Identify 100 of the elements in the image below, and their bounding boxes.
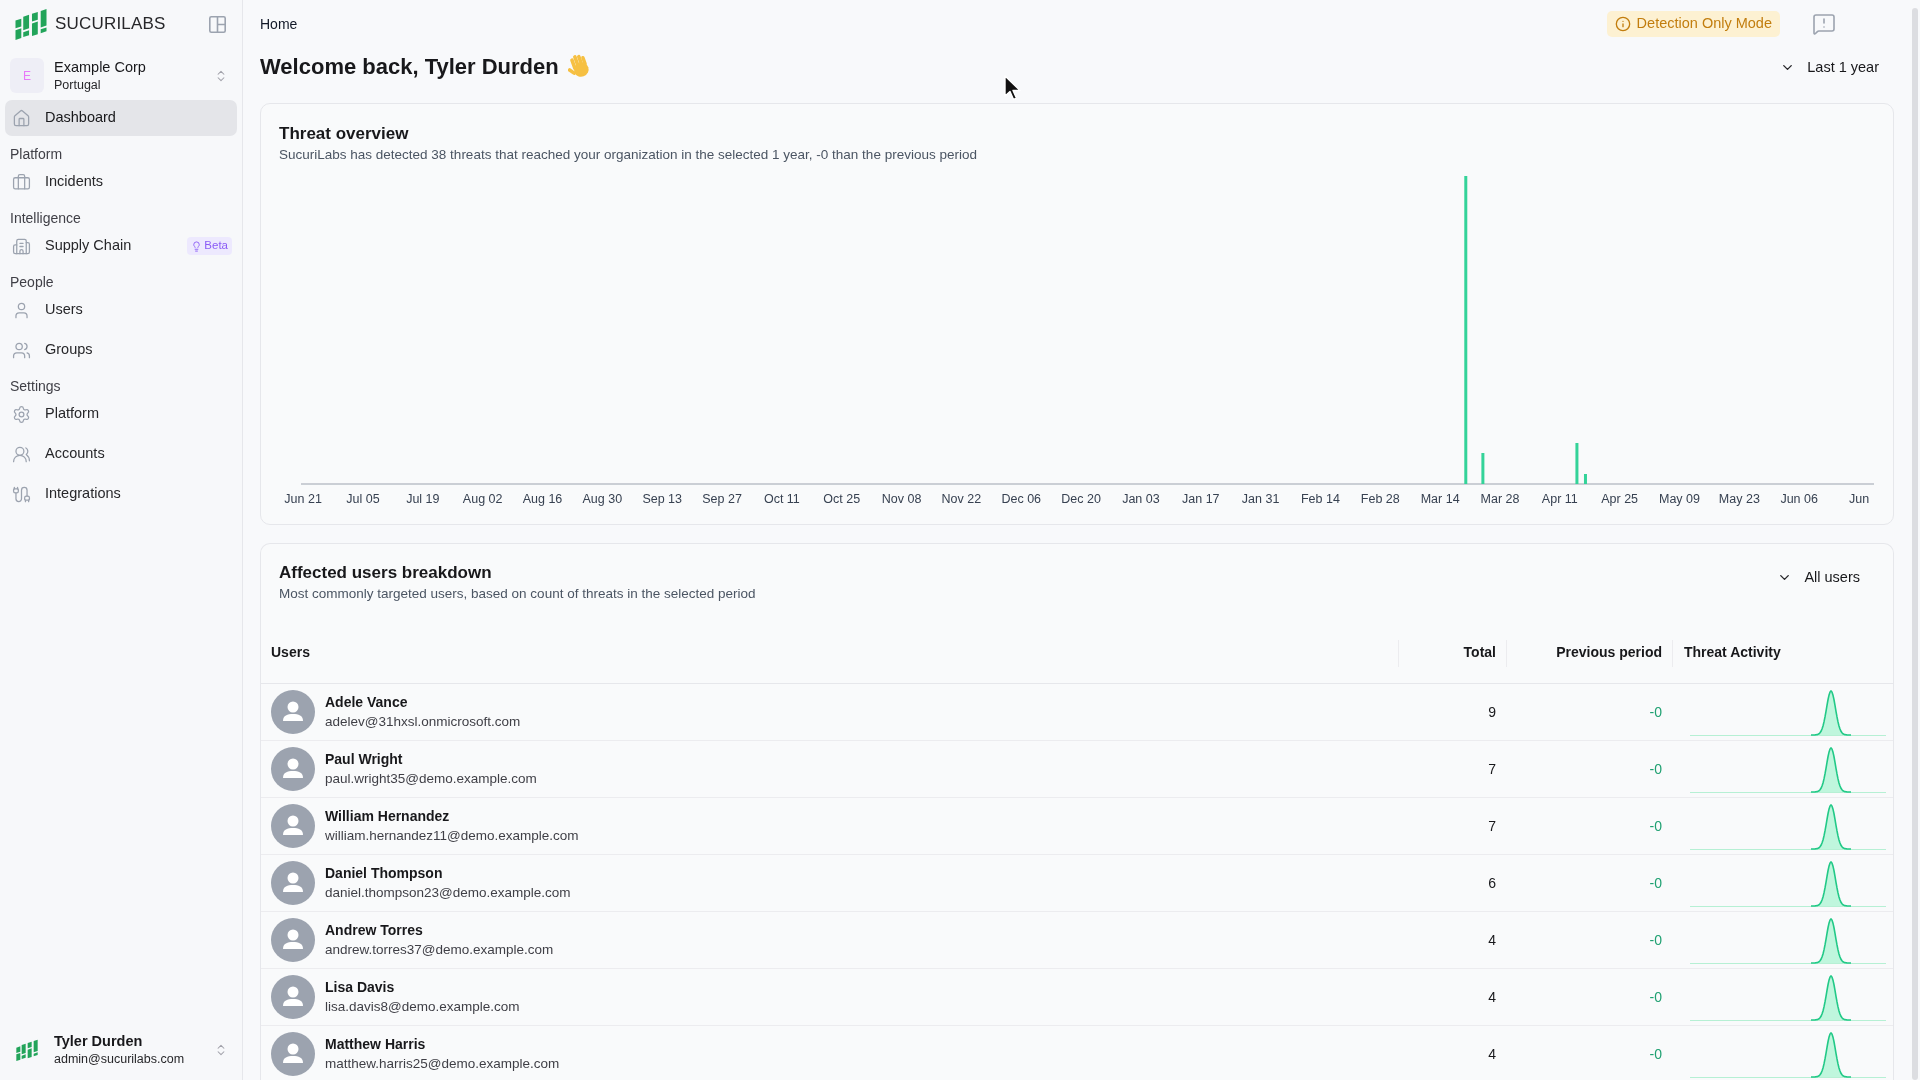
user-name: Tyler Durden (54, 1032, 144, 1051)
logo-icon (16, 1039, 38, 1061)
user-filter-dropdown[interactable]: All users (1777, 567, 1860, 589)
timeline-spike (1575, 443, 1579, 484)
timeline-date-label: May 23 (1718, 492, 1760, 506)
home-icon (12, 108, 31, 128)
threat-total: 7 (1488, 816, 1496, 836)
timeline-date-label: Mar 14 (1420, 492, 1460, 506)
timeline-date-label: Nov 08 (881, 492, 922, 506)
timeline-date-label: Dec 06 (1001, 492, 1042, 506)
previous-period-change: -0 (1649, 816, 1662, 836)
timeline-date-label: Aug 16 (522, 492, 563, 506)
people-icon (12, 340, 31, 360)
timeline-date-label: Dec 20 (1061, 492, 1101, 506)
nav-group-label: Intelligence (9, 209, 82, 228)
user-email: matthew.harris25@demo.example.com (325, 1055, 560, 1073)
message-alert-icon[interactable] (1812, 12, 1836, 36)
beta-label: Beta (204, 240, 228, 252)
nav-group-label: Settings (9, 377, 62, 396)
sidebar-toggle-icon[interactable] (209, 15, 226, 33)
timeline-date-label: Aug 02 (462, 492, 503, 506)
info-icon (1614, 16, 1631, 32)
timeline-date-label: Sep 13 (642, 492, 682, 506)
user-avatar-icon (271, 975, 315, 1019)
timeline-spike (1481, 453, 1485, 484)
timeline-date-label: Jun 06 (1780, 492, 1818, 506)
user-email: william.hernandez11@demo.example.com (325, 827, 579, 845)
org-avatar: E (10, 58, 44, 93)
user-name: William Hernandez (325, 807, 451, 826)
breadcrumb-link[interactable]: Home (260, 13, 298, 35)
user-email: paul.wright35@demo.example.com (325, 770, 537, 788)
user-email: daniel.thompson23@demo.example.com (325, 884, 571, 902)
timeline-date-label: Nov 22 (941, 492, 982, 506)
timeline-date-label: Jul 05 (346, 492, 380, 506)
user-avatar-icon (271, 918, 315, 962)
previous-period-change: -0 (1649, 702, 1662, 722)
nav-item[interactable]: Supply Chain Beta (5, 228, 237, 264)
card-title: Threat overview (279, 123, 410, 145)
threat-total: 4 (1488, 1044, 1496, 1064)
scrollbar-thumb[interactable] (1912, 8, 1918, 1080)
timeline-date-label: Feb 28 (1360, 492, 1400, 506)
user-name: Adele Vance (325, 693, 409, 712)
user-name: Matthew Harris (325, 1035, 427, 1054)
timeline-date-label: Oct 11 (763, 492, 800, 506)
settings-icon (12, 404, 31, 424)
timeline-date-label: Jan 17 (1182, 492, 1220, 506)
brand-name: SUCURILABS (55, 13, 166, 36)
user-avatar-icon (271, 804, 315, 848)
user-avatar-icon (271, 1032, 315, 1076)
period-dropdown[interactable]: Last 1 year (1780, 56, 1879, 79)
nav-item[interactable]: Groups (5, 332, 237, 368)
building-icon (12, 236, 31, 256)
timeline-date-label: Aug 30 (582, 492, 623, 506)
nav-item[interactable]: Dashboard (5, 100, 237, 136)
previous-period-change: -0 (1649, 1044, 1662, 1064)
timeline-date-label: Jan 03 (1122, 492, 1160, 506)
user-name: Daniel Thompson (325, 864, 444, 883)
nav-item[interactable]: Users (5, 292, 237, 328)
previous-period-change: -0 (1649, 759, 1662, 779)
timeline-date-label: Feb 14 (1301, 492, 1340, 506)
timeline-date-label: Jun (1848, 492, 1870, 506)
nav-group-label: People (9, 273, 55, 292)
user-avatar-icon (271, 690, 315, 734)
user-avatar-icon (271, 747, 315, 791)
user-email: admin@sucurilabs.com (54, 1051, 185, 1068)
waving-hand-icon (567, 53, 592, 79)
previous-period-change: -0 (1649, 987, 1662, 1007)
timeline-date-label: Jun 21 (284, 492, 322, 506)
nav-item[interactable]: Incidents (5, 164, 237, 200)
previous-period-change: -0 (1649, 930, 1662, 950)
timeline-date-label: Apr 25 (1601, 492, 1639, 506)
timeline-spike (1583, 474, 1587, 484)
user-icon (12, 300, 31, 320)
card-subtitle: Most commonly targeted users, based on count of threats in the selected period (279, 585, 756, 603)
timeline-date-label: May 09 (1659, 492, 1700, 506)
timeline-date-label: Jan 31 (1241, 492, 1280, 506)
timeline-date-label: Mar 28 (1480, 492, 1520, 506)
threat-total: 6 (1488, 873, 1496, 893)
nav-item[interactable]: Platform (5, 396, 237, 432)
briefcase-icon (12, 172, 31, 192)
user-email: lisa.davis8@demo.example.com (325, 998, 520, 1016)
timeline-date-label: Sep 27 (702, 492, 742, 506)
column-header: Users (271, 643, 310, 662)
org-location: Portugal (54, 76, 102, 94)
threat-total: 4 (1488, 930, 1496, 950)
timeline-date-label: Jul 19 (406, 492, 440, 506)
logo-icon (15, 8, 47, 40)
previous-period-change: -0 (1649, 873, 1662, 893)
user-email: andrew.torres37@demo.example.com (325, 941, 554, 959)
nav-item[interactable]: Integrations (5, 476, 237, 512)
nav-group-label: Platform (9, 145, 64, 164)
nav-item[interactable]: Accounts (5, 436, 237, 472)
people-icon (12, 444, 31, 464)
lightbulb-icon (191, 240, 203, 252)
card-title: Affected users breakdown (279, 562, 493, 584)
user-name: Lisa Davis (325, 978, 396, 997)
timeline-date-label: Apr 11 (1541, 492, 1578, 506)
threat-total: 4 (1488, 987, 1496, 1007)
column-header: Total (1463, 643, 1496, 662)
mode-label: Detection Only Mode (1636, 14, 1772, 34)
